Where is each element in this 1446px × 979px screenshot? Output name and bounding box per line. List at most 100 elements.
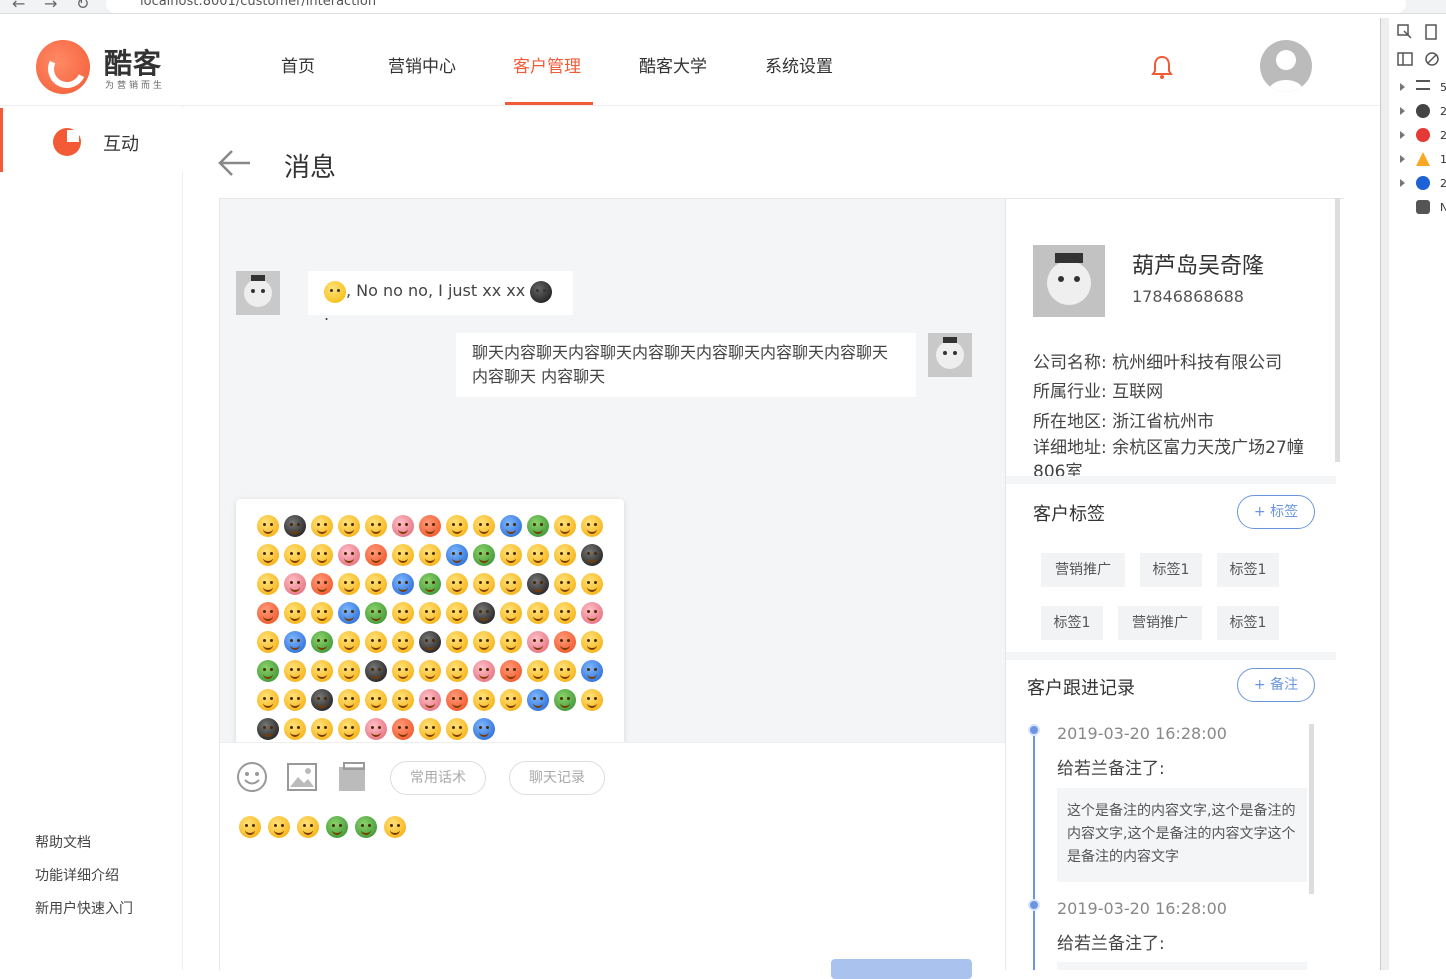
emoji-option-icon[interactable] — [337, 514, 360, 537]
emoji-option-icon[interactable] — [283, 659, 306, 682]
emoji-option-icon[interactable] — [499, 543, 522, 566]
expand-triangle-icon[interactable] — [1400, 107, 1405, 115]
emoji-option-icon[interactable] — [391, 688, 414, 711]
emoji-option-icon[interactable] — [364, 717, 387, 740]
emoji-option-icon[interactable] — [472, 572, 495, 595]
emoji-option-icon[interactable] — [364, 659, 387, 682]
send-button[interactable] — [831, 959, 972, 979]
emoji-option-icon[interactable] — [283, 514, 306, 537]
tag-chip[interactable]: 标签1 — [1217, 553, 1279, 587]
emoji-option-icon[interactable] — [364, 514, 387, 537]
emoji-option-icon[interactable] — [445, 514, 468, 537]
emoji-option-icon[interactable] — [418, 688, 441, 711]
emoji-option-icon[interactable] — [391, 717, 414, 740]
emoji-option-icon[interactable] — [256, 543, 279, 566]
expand-triangle-icon[interactable] — [1400, 179, 1405, 187]
tag-chip[interactable]: 标签1 — [1140, 553, 1202, 587]
emoji-option-icon[interactable] — [526, 630, 549, 653]
emoji-option-icon[interactable] — [580, 572, 603, 595]
emoji-option-icon[interactable] — [526, 688, 549, 711]
emoji-option-icon[interactable] — [364, 630, 387, 653]
emoji-option-icon[interactable] — [553, 601, 576, 624]
emoji-option-icon[interactable] — [472, 514, 495, 537]
help-docs-link[interactable]: 帮助文档 — [35, 832, 91, 852]
emoji-option-icon[interactable] — [418, 601, 441, 624]
quick-start-link[interactable]: 新用户快速入门 — [35, 898, 133, 918]
sidebar-toggle-icon[interactable] — [1397, 51, 1413, 67]
emoji-option-icon[interactable] — [445, 630, 468, 653]
expand-triangle-icon[interactable] — [1400, 83, 1405, 91]
emoji-option-icon[interactable] — [337, 717, 360, 740]
emoji-option-icon[interactable] — [310, 572, 333, 595]
back-nav-icon[interactable]: ← — [12, 0, 25, 13]
emoji-option-icon[interactable] — [256, 630, 279, 653]
inspect-icon[interactable] — [1397, 24, 1413, 40]
emoji-option-icon[interactable] — [472, 659, 495, 682]
emoji-option-icon[interactable] — [418, 717, 441, 740]
emoji-option-icon[interactable] — [526, 543, 549, 566]
emoji-option-icon[interactable] — [580, 514, 603, 537]
emoji-option-icon[interactable] — [391, 572, 414, 595]
emoji-option-icon[interactable] — [580, 688, 603, 711]
emoji-option-icon[interactable] — [580, 659, 603, 682]
tag-chip[interactable]: 标签1 — [1041, 606, 1103, 640]
emoji-option-icon[interactable] — [391, 514, 414, 537]
emoji-option-icon[interactable] — [553, 688, 576, 711]
emoji-option-icon[interactable] — [391, 630, 414, 653]
devtools-resize-handle[interactable] — [1381, 18, 1389, 970]
sidebar-item-interaction[interactable]: 互动 — [0, 108, 183, 172]
emoji-option-icon[interactable] — [337, 601, 360, 624]
emoji-option-icon[interactable] — [526, 572, 549, 595]
emoji-option-icon[interactable] — [472, 717, 495, 740]
emoji-option-icon[interactable] — [418, 514, 441, 537]
nav-settings[interactable]: 系统设置 — [765, 52, 833, 77]
emoji-option-icon[interactable] — [310, 601, 333, 624]
emoji-option-icon[interactable] — [391, 659, 414, 682]
emoji-option-icon[interactable] — [310, 659, 333, 682]
emoji-option-icon[interactable] — [256, 514, 279, 537]
emoji-option-icon[interactable] — [283, 717, 306, 740]
emoji-option-icon[interactable] — [337, 659, 360, 682]
chat-history-button[interactable]: 聊天记录 — [509, 761, 605, 795]
emoji-option-icon[interactable] — [418, 630, 441, 653]
emoji-option-icon[interactable] — [364, 572, 387, 595]
feature-intro-link[interactable]: 功能详细介绍 — [35, 865, 119, 885]
nav-marketing[interactable]: 营销中心 — [388, 52, 456, 77]
emoji-option-icon[interactable] — [499, 601, 522, 624]
nav-home[interactable]: 首页 — [281, 52, 315, 77]
emoji-option-icon[interactable] — [391, 543, 414, 566]
device-toggle-icon[interactable] — [1424, 24, 1438, 40]
reload-icon[interactable]: ↻ — [76, 0, 89, 13]
clear-console-icon[interactable] — [1424, 51, 1440, 67]
emoji-option-icon[interactable] — [445, 601, 468, 624]
followup-scrollbar[interactable] — [1309, 724, 1314, 894]
emoji-option-icon[interactable] — [337, 543, 360, 566]
tag-chip[interactable]: 营销推广 — [1118, 606, 1202, 640]
back-arrow-icon[interactable] — [216, 148, 252, 178]
emoji-option-icon[interactable] — [580, 601, 603, 624]
emoji-option-icon[interactable] — [553, 514, 576, 537]
emoji-option-icon[interactable] — [526, 514, 549, 537]
emoji-option-icon[interactable] — [445, 543, 468, 566]
emoji-option-icon[interactable] — [364, 688, 387, 711]
emoji-option-icon[interactable] — [391, 601, 414, 624]
emoji-option-icon[interactable] — [553, 630, 576, 653]
image-upload-icon[interactable] — [286, 761, 318, 793]
folder-icon[interactable] — [336, 761, 368, 793]
address-bar[interactable]: localhost:8001/customer/interaction — [106, 0, 1406, 13]
emoji-option-icon[interactable] — [499, 630, 522, 653]
emoji-option-icon[interactable] — [499, 688, 522, 711]
emoji-option-icon[interactable] — [526, 659, 549, 682]
user-avatar[interactable] — [1260, 40, 1312, 92]
emoji-option-icon[interactable] — [445, 717, 468, 740]
emoji-option-icon[interactable] — [472, 630, 495, 653]
emoji-option-icon[interactable] — [337, 688, 360, 711]
emoji-option-icon[interactable] — [256, 601, 279, 624]
emoji-option-icon[interactable] — [310, 543, 333, 566]
emoji-option-icon[interactable] — [418, 543, 441, 566]
emoji-option-icon[interactable] — [580, 630, 603, 653]
emoji-option-icon[interactable] — [526, 601, 549, 624]
emoji-option-icon[interactable] — [499, 659, 522, 682]
emoji-option-icon[interactable] — [337, 572, 360, 595]
common-phrases-button[interactable]: 常用话术 — [390, 761, 486, 795]
